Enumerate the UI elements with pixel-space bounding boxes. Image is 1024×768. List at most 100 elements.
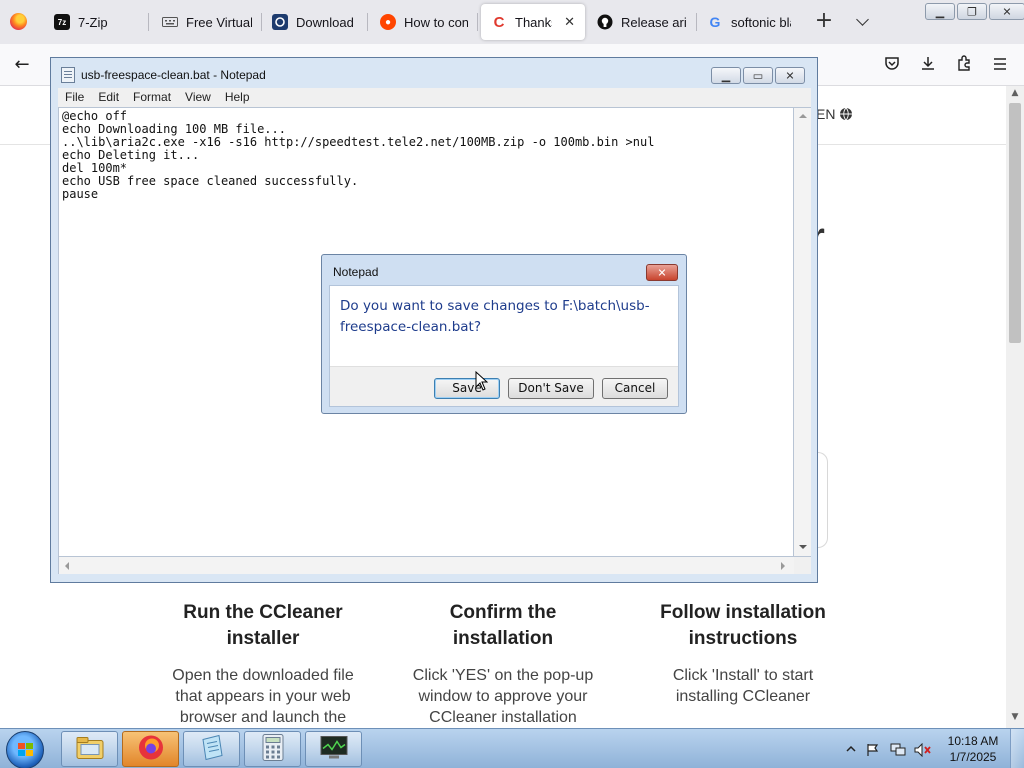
menu-edit[interactable]: Edit [91,88,126,107]
taskbar-firefox[interactable] [122,731,179,767]
firefox-icon [137,734,165,765]
tab-label: Free Virtual [186,14,252,30]
clock-date: 1/7/2025 [949,750,997,764]
step-title: Run the CCleaner installer [183,602,343,649]
step-text: Click 'YES' on the pop-up window to appr… [412,667,594,726]
step-run-installer: Run the CCleaner installer Open the down… [163,600,363,728]
network-icon[interactable] [890,743,906,756]
calculator-icon [262,734,284,765]
notepad-title: usb-freespace-clean.bat - Notepad [81,68,266,82]
download-site-icon [272,14,288,30]
close-icon: ✕ [657,266,667,279]
step-confirm-installation: Confirm the installation Click 'YES' on … [403,600,603,728]
dialog-close-button[interactable]: ✕ [646,264,678,281]
minimize-button[interactable]: ▁ [925,3,955,20]
scroll-up-icon[interactable] [799,114,807,118]
notepad-close-button[interactable]: ✕ [775,67,805,84]
text-line: echo USB free space cleaned successfully… [62,174,359,188]
7zip-icon: 7z [54,14,70,30]
tab-label: Download M [296,14,358,30]
action-center-flag-icon[interactable] [866,743,880,756]
new-tab-button[interactable]: + [812,8,836,36]
notepad-icon [199,734,225,765]
start-button[interactable] [6,731,44,768]
resize-grip-icon[interactable] [794,557,811,574]
cancel-button[interactable]: Cancel [602,378,668,399]
dialog-body: Do you want to save changes to F:\batch\… [329,285,679,407]
reddit-icon: ● [380,14,396,30]
show-hidden-icons[interactable] [846,743,860,755]
scroll-left-icon[interactable] [65,562,69,570]
tab-label: 7-Zip [78,14,108,30]
list-all-tabs-icon[interactable] [854,12,874,32]
window-controls: ▁ ❐ ✕ [925,3,1024,20]
scrollbar-thumb[interactable] [1009,103,1021,343]
dialog-title: Notepad [333,265,379,279]
tab-label: Release aria [621,14,687,30]
taskbar-notepad[interactable] [183,731,240,767]
back-arrow-icon[interactable]: ← [12,55,32,75]
close-icon: ✕ [1002,5,1012,18]
text-line: pause [62,187,99,201]
system-clock[interactable]: 10:18 AM 1/7/2025 [944,733,1002,765]
notepad-vertical-scrollbar[interactable] [794,107,811,557]
explorer-icon [75,735,105,764]
restore-button[interactable]: ❐ [957,3,987,20]
minimize-icon: ▁ [935,5,945,18]
notepad-minimize-button[interactable]: ▁ [711,67,741,84]
scroll-down-icon[interactable]: ▼ [1006,712,1024,726]
extensions-icon[interactable] [954,55,974,75]
notepad-maximize-button[interactable]: ▭ [743,67,773,84]
taskbar: 10:18 AM 1/7/2025 [0,728,1024,768]
restore-icon: ❐ [967,5,977,18]
scroll-up-icon[interactable]: ▲ [1006,88,1024,102]
scroll-down-icon[interactable] [799,545,807,549]
step-text: Click 'Install' to start installing CCle… [672,667,814,705]
menu-help[interactable]: Help [218,88,257,107]
mouse-cursor-icon [475,370,489,394]
close-button[interactable]: ✕ [989,3,1024,20]
google-icon: G [709,14,721,30]
step-text: Open the downloaded file that appears in… [172,667,354,726]
menu-view[interactable]: View [178,88,218,107]
tab-download[interactable]: Download M [262,4,368,40]
step-title: Follow installation instructions [660,602,826,649]
globe-icon [839,106,853,122]
language-selector[interactable]: EN [816,106,853,122]
ccleaner-icon: C [493,13,505,31]
tab-how-to[interactable]: ● How to con [370,4,478,40]
taskbar-task-manager[interactable] [305,731,362,767]
save-changes-dialog: Notepad ✕ Do you want to save changes to… [321,254,687,414]
tab-softonic[interactable]: G softonic bla [697,4,801,40]
step-title: Confirm the installation [449,602,557,649]
tab-7zip[interactable]: 7z 7-Zip [44,4,149,40]
tab-close-icon[interactable]: ✕ [564,14,575,30]
tab-free-virtual[interactable]: Free Virtual [152,4,262,40]
taskbar-calculator[interactable] [244,731,301,767]
tab-label: softonic bla [731,14,791,30]
firefox-logo-icon[interactable] [10,13,27,30]
github-icon [597,14,613,30]
close-icon: ✕ [785,69,795,82]
dont-save-button[interactable]: Don't Save [508,378,594,399]
show-desktop-button[interactable] [1010,729,1024,768]
save-button[interactable]: Save [434,378,500,399]
notepad-window-controls: ▁ ▭ ✕ [711,67,805,84]
menu-file[interactable]: File [58,88,91,107]
minimize-icon: ▁ [721,69,731,82]
tab-thanks[interactable]: C Thanks fo ✕ [481,4,585,40]
volume-muted-icon[interactable] [914,742,931,758]
pocket-icon[interactable] [882,55,902,75]
menu-icon[interactable] [990,55,1010,75]
tab-release-aria[interactable]: Release aria [587,4,697,40]
tab-label: How to con [404,14,468,30]
task-manager-icon [319,735,349,764]
downloads-icon[interactable] [918,55,938,75]
scroll-right-icon[interactable] [781,562,785,570]
page-scrollbar[interactable]: ▲ ▼ [1006,86,1024,728]
menu-format[interactable]: Format [126,88,178,107]
notepad-horizontal-scrollbar[interactable] [58,557,794,574]
taskbar-explorer[interactable] [61,731,118,767]
keyboard-icon [162,14,178,30]
clock-time: 10:18 AM [947,734,999,748]
